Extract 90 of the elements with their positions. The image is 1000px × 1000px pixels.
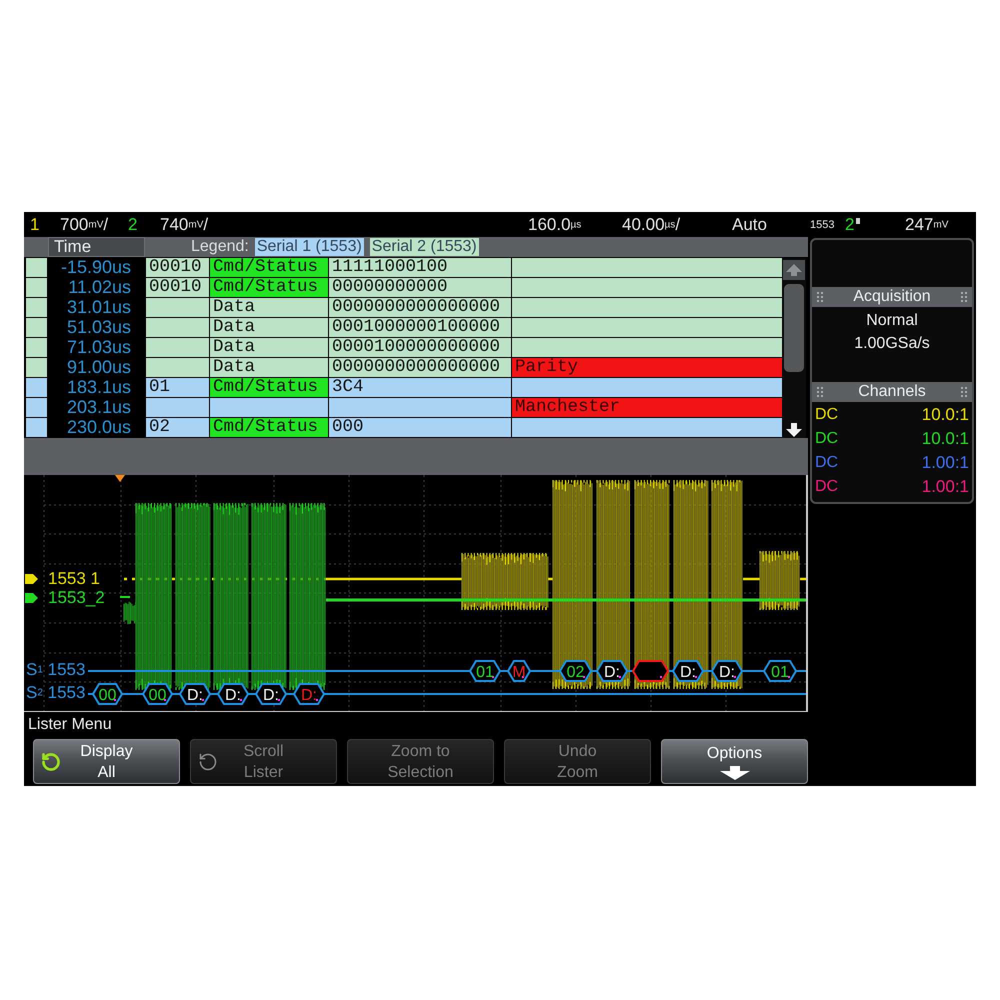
column-header: Time <box>48 237 145 257</box>
row-indicator <box>26 278 47 297</box>
table-cell: 02 <box>146 418 209 437</box>
scroll-up-button[interactable] <box>783 260 805 280</box>
table-cell: 0000100000000000 <box>329 338 511 357</box>
table-cell: 01 <box>146 378 209 397</box>
channel-coupling: DC <box>815 406 838 424</box>
grip-icon <box>960 387 967 397</box>
scrollbar[interactable] <box>782 258 806 438</box>
row-indicator <box>26 398 47 417</box>
type-cell: Cmd/Status <box>210 418 328 437</box>
trigger-type: 1553 <box>810 218 834 232</box>
grip-icon <box>817 387 823 397</box>
signal-burst <box>760 550 800 610</box>
probe-ratio: 1.00:1 <box>922 453 969 473</box>
decode-packet: D: <box>596 660 628 682</box>
channel-number: 2 <box>128 214 138 234</box>
decode-packet: D: <box>178 683 212 705</box>
grip-icon <box>817 292 823 302</box>
channel-coupling: DC <box>815 454 838 472</box>
decode-packet: D: <box>672 660 704 682</box>
trigger-source: 2 <box>845 214 854 234</box>
softkey-button[interactable]: Display All <box>33 739 180 784</box>
sample-rate: 1.00GSa/s <box>854 334 930 354</box>
decode-packet: 01 <box>468 660 502 682</box>
table-cell: 0000000000000000 <box>329 298 511 317</box>
marker-icon <box>856 218 860 224</box>
row-indicator <box>26 298 47 317</box>
table-cell <box>146 398 209 417</box>
channel-label: 1553_2 <box>48 588 105 608</box>
decode-packet: D: <box>292 683 326 705</box>
table-cell <box>146 338 209 357</box>
probe-ratio: 1.00:1 <box>922 477 969 497</box>
decode-packet: M <box>506 660 532 682</box>
softkey-button[interactable]: Options <box>661 739 808 784</box>
probe-ratio: 10.0:1 <box>922 405 969 425</box>
type-cell: Data <box>210 318 328 337</box>
channel-number: 1 <box>30 214 40 234</box>
down-arrow-icon[interactable] <box>786 423 802 437</box>
table-cell: 000 <box>329 418 511 437</box>
row-indicator <box>26 378 47 397</box>
legend-item: Serial 2 (1553) <box>370 238 479 256</box>
trigger-mode: Auto <box>732 214 767 234</box>
channel-label: 1553 1 <box>48 569 100 589</box>
circular-arrow-icon <box>41 752 61 772</box>
error-cell: Parity <box>512 358 782 377</box>
type-cell: Cmd/Status <box>210 278 328 297</box>
table-cell: 11111000100 <box>329 258 511 277</box>
table-cell <box>146 298 209 317</box>
decode-packet: D: <box>710 660 744 682</box>
circular-arrow-icon <box>198 752 218 772</box>
scroll-thumb[interactable] <box>784 284 804 372</box>
table-cell: 0001000000100000 <box>329 318 511 337</box>
table-cell <box>146 318 209 337</box>
channel-marker-icon <box>25 593 38 603</box>
row-indicator <box>26 418 47 437</box>
table-cell <box>146 358 209 377</box>
down-arrow-icon <box>720 766 750 780</box>
section-title: Acquisition <box>853 287 931 307</box>
type-cell: Data <box>210 298 328 317</box>
table-cell: 00010 <box>146 258 209 277</box>
table-cell: 3C4 <box>329 378 511 397</box>
up-arrow-icon <box>786 264 802 276</box>
decode-packet: 01 <box>762 660 798 682</box>
row-indicator <box>26 358 47 377</box>
row-indicator <box>26 338 47 357</box>
type-cell: Cmd/Status <box>210 378 328 397</box>
error-cell: Manchester <box>512 398 782 417</box>
decode-packet: D: <box>254 683 288 705</box>
legend-label: Legend: <box>191 238 249 256</box>
table-cell: 00010 <box>146 278 209 297</box>
channel-marker-icon <box>25 574 38 584</box>
decode-packet: 00 <box>92 683 124 705</box>
acquisition-mode: Normal <box>866 311 918 331</box>
decode-packet: D: <box>216 683 250 705</box>
grip-icon <box>961 292 967 302</box>
table-cell: 00000000000 <box>329 278 511 297</box>
channel-coupling: DC <box>815 430 838 448</box>
type-cell: Data <box>210 338 328 357</box>
probe-ratio: 10.0:1 <box>922 429 969 449</box>
channel-coupling: DC <box>815 478 838 496</box>
type-cell: Cmd/Status <box>210 258 328 277</box>
type-cell: Data <box>210 358 328 377</box>
section-title: Channels <box>858 382 926 402</box>
legend-item: Serial 1 (1553) <box>254 238 364 256</box>
table-cell: 0000000000000000 <box>329 358 511 377</box>
row-indicator <box>26 318 47 337</box>
menu-title: Lister Menu <box>27 715 112 735</box>
decode-packet: 00 <box>142 683 174 705</box>
row-indicator <box>26 258 47 277</box>
